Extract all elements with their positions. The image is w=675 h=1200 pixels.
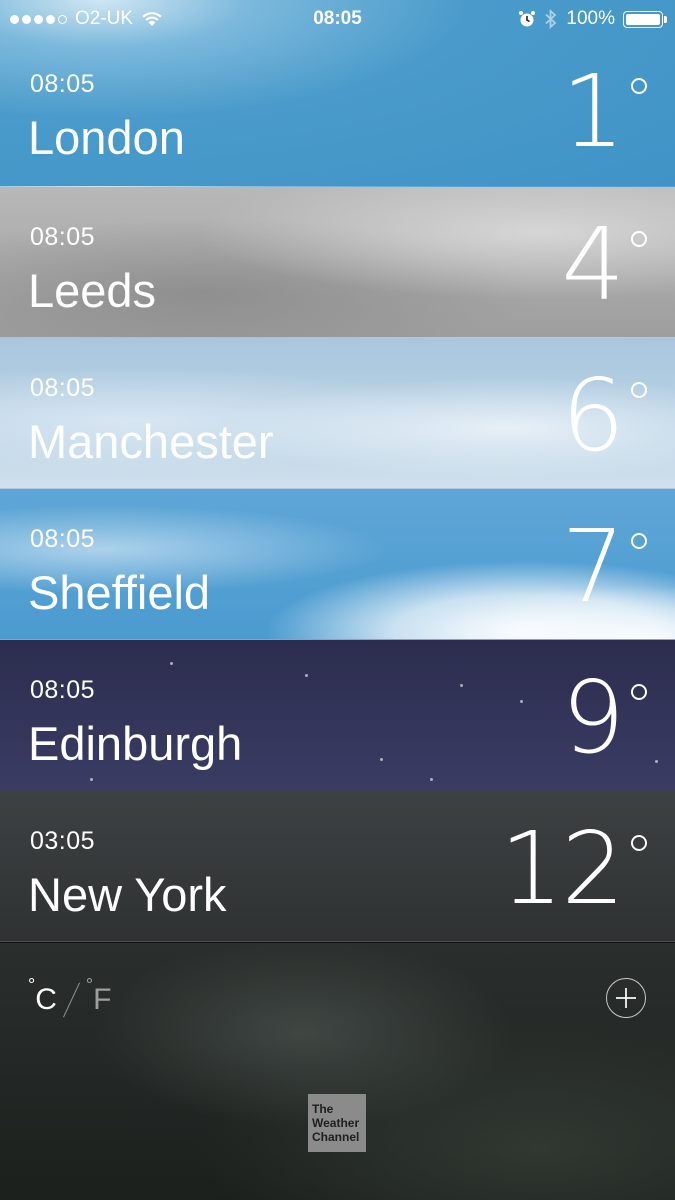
city-list: 08:05 London 1 08:05 Leeds 4 08:05 Manch…	[0, 0, 675, 942]
city-name: Sheffield	[28, 566, 211, 619]
battery-icon	[623, 10, 667, 28]
city-temperature: 9	[561, 659, 625, 776]
city-row-new-york[interactable]: 03:05 New York 12	[0, 791, 675, 942]
city-local-time: 08:05	[30, 374, 96, 402]
logo-line: Weather	[312, 1116, 360, 1130]
city-row-leeds[interactable]: 08:05 Leeds 4	[0, 187, 675, 338]
star-decoration	[460, 684, 463, 687]
degree-symbol-icon	[631, 835, 647, 851]
status-right: 100%	[518, 8, 667, 30]
logo-line: Channel	[312, 1130, 360, 1144]
star-decoration	[305, 674, 308, 677]
star-decoration	[90, 778, 93, 781]
city-temperature: 6	[561, 357, 625, 474]
city-name: London	[28, 111, 185, 164]
city-local-time: 08:05	[30, 70, 96, 98]
degree-symbol-icon	[631, 78, 647, 94]
city-name: New York	[28, 868, 227, 921]
city-local-time: 08:05	[30, 223, 96, 251]
wifi-icon	[142, 12, 162, 26]
degree-symbol-icon	[631, 382, 647, 398]
city-row-sheffield[interactable]: 08:05 Sheffield 7	[0, 489, 675, 640]
logo-line: The	[312, 1102, 334, 1116]
city-local-time: 03:05	[30, 827, 96, 855]
bluetooth-icon	[545, 9, 557, 29]
fahrenheit-option[interactable]: °F	[86, 975, 112, 1017]
star-decoration	[520, 700, 523, 703]
celsius-option[interactable]: °C	[28, 975, 57, 1017]
footer-toolbar: °C °F The Weather Channel	[0, 943, 675, 1200]
unit-divider	[62, 982, 80, 1018]
city-name: Leeds	[28, 264, 157, 317]
city-name: Manchester	[28, 415, 274, 468]
status-left: O2-UK	[10, 8, 163, 30]
city-local-time: 08:05	[30, 676, 96, 704]
city-temperature: 12	[499, 810, 625, 927]
degree-symbol-icon	[631, 533, 647, 549]
degree-symbol-icon	[631, 684, 647, 700]
star-decoration	[430, 778, 433, 781]
city-local-time: 08:05	[30, 525, 96, 553]
status-bar: O2-UK 08:05 100%	[0, 0, 675, 38]
carrier-name: O2-UK	[75, 8, 134, 29]
star-decoration	[380, 758, 383, 761]
city-temperature: 7	[561, 508, 625, 625]
alarm-icon	[519, 11, 536, 27]
battery-percent: 100%	[566, 8, 615, 29]
temperature-unit-toggle[interactable]: °C °F	[28, 975, 112, 1019]
city-row-manchester[interactable]: 08:05 Manchester 6	[0, 338, 675, 489]
star-decoration	[170, 662, 173, 665]
degree-symbol-icon	[631, 231, 647, 247]
weather-channel-logo[interactable]: The Weather Channel	[308, 1094, 366, 1152]
star-decoration	[655, 760, 658, 763]
city-name: Edinburgh	[28, 717, 243, 770]
city-temperature: 1	[561, 53, 625, 170]
city-row-edinburgh[interactable]: 08:05 Edinburgh 9	[0, 640, 675, 791]
city-temperature: 4	[561, 206, 625, 323]
add-city-button[interactable]	[606, 978, 646, 1018]
signal-strength-icon	[10, 14, 67, 24]
